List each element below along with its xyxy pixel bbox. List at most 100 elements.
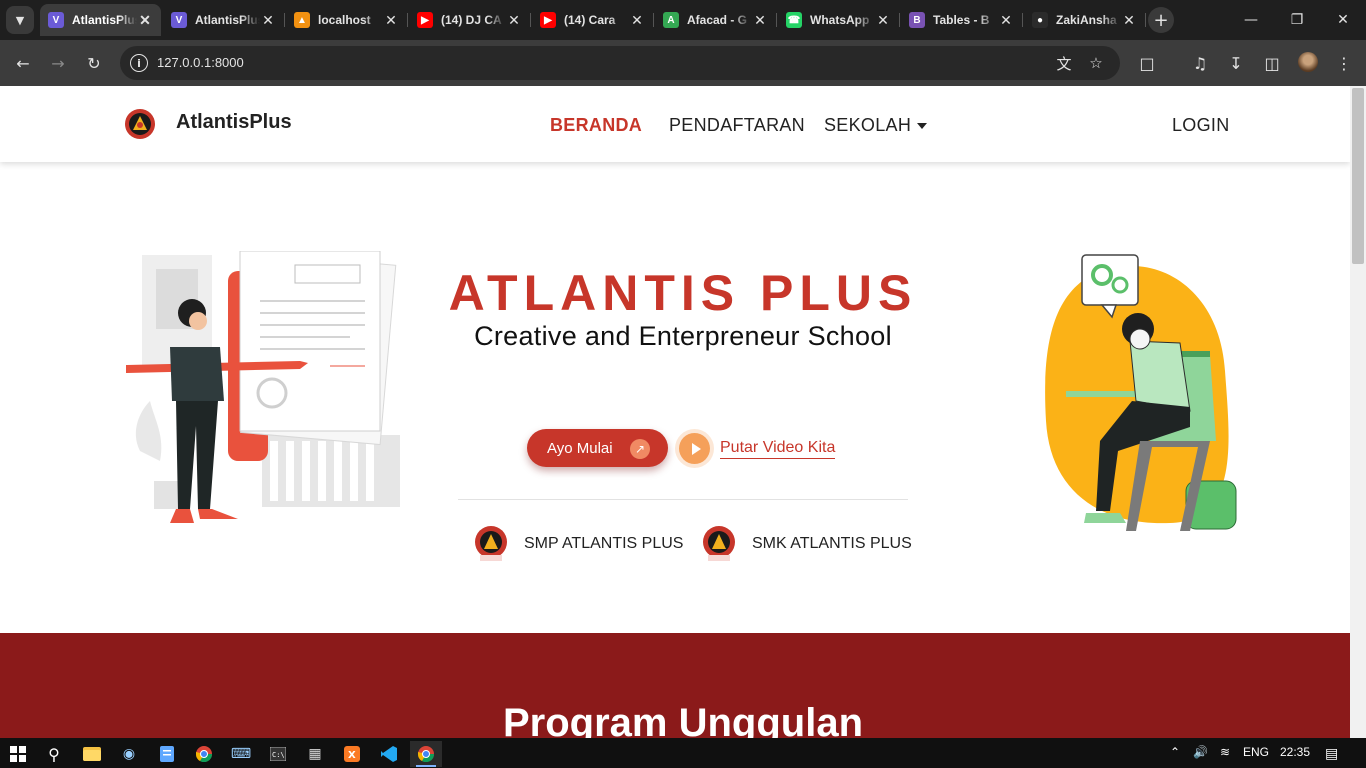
calculator-icon[interactable]: ▦: [299, 741, 331, 767]
close-tab-icon[interactable]: ✕: [629, 12, 645, 29]
close-tab-icon[interactable]: ✕: [260, 12, 276, 29]
volume-icon[interactable]: 🔊: [1193, 745, 1208, 759]
close-tab-icon[interactable]: ✕: [137, 12, 153, 29]
student-illustration: [1045, 254, 1237, 531]
close-tab-icon[interactable]: ✕: [1121, 12, 1137, 29]
keyboard-icon[interactable]: ⌨: [225, 741, 257, 767]
brand-name[interactable]: AtlantisPlus: [176, 111, 292, 134]
atlantis-logo-icon[interactable]: [124, 108, 156, 140]
minimize-icon[interactable]: —: [1228, 0, 1274, 40]
web-page: AtlantisPlus BERANDA PENDAFTARAN SEKOLAH…: [0, 86, 1350, 738]
browser-tab[interactable]: ▲ localhost ✕: [286, 4, 408, 36]
tab-title: AtlantisPlus: [72, 13, 137, 27]
close-tab-icon[interactable]: ✕: [998, 12, 1014, 29]
address-url[interactable]: 127.0.0.1:8000: [157, 55, 244, 70]
school-smp-name: SMP ATLANTIS PLUS: [524, 535, 684, 552]
browser-tab[interactable]: V AtlantisPlus ✕: [163, 4, 285, 36]
bookmark-star-icon[interactable]: ☆: [1086, 53, 1106, 73]
youtube-icon: ▶: [417, 12, 433, 28]
school-smk[interactable]: SMK ATLANTIS PLUS: [700, 525, 912, 563]
forward-icon[interactable]: →: [43, 48, 73, 78]
reload-icon[interactable]: ↻: [79, 48, 109, 78]
ayo-mulai-label: Ayo Mulai: [547, 439, 613, 457]
close-window-icon[interactable]: ✕: [1320, 0, 1366, 40]
tab-title: WhatsApp: [810, 13, 870, 27]
close-tab-icon[interactable]: ✕: [383, 12, 399, 29]
caret-down-icon: [917, 123, 928, 130]
nav-beranda[interactable]: BERANDA: [550, 115, 642, 136]
chrome-icon[interactable]: [188, 741, 220, 767]
tab-separator: [530, 13, 531, 27]
putar-video-link[interactable]: Putar Video Kita: [720, 439, 836, 459]
close-tab-icon[interactable]: ✕: [506, 12, 522, 29]
youtube-icon: ▶: [540, 12, 556, 28]
tab-title: Afacad - G: [687, 13, 748, 27]
vscode-icon[interactable]: [373, 741, 405, 767]
laravel-icon: V: [171, 12, 187, 28]
wifi-icon[interactable]: ≋: [1220, 745, 1230, 759]
close-tab-icon[interactable]: ✕: [752, 12, 768, 29]
notification-icon[interactable]: ▤: [1325, 745, 1338, 762]
tray-chevron-up-icon[interactable]: ⌃: [1170, 745, 1180, 759]
nav-sekolah-dropdown[interactable]: SEKOLAH: [824, 115, 928, 136]
whatsapp-icon: ☎: [786, 12, 802, 28]
smp-logo-icon: [475, 526, 507, 561]
hero-divider: [458, 499, 908, 500]
notepad-icon[interactable]: [151, 741, 183, 767]
browser-tab[interactable]: V AtlantisPlus ✕: [40, 4, 161, 36]
tab-separator: [653, 13, 654, 27]
xampp-icon[interactable]: X: [336, 741, 368, 767]
site-info-icon[interactable]: i: [130, 54, 148, 72]
tab-separator: [407, 13, 408, 27]
tab-title: Tables - B: [933, 13, 990, 27]
new-tab-button[interactable]: +: [1148, 7, 1174, 33]
play-video-icon[interactable]: [679, 433, 710, 464]
tab-title: (14) Cara: [564, 13, 616, 27]
browser-tab[interactable]: ● ZakiAnsha ✕: [1024, 4, 1146, 36]
page-scrollbar[interactable]: [1350, 86, 1366, 738]
browser-tab[interactable]: A Afacad - G ✕: [655, 4, 777, 36]
download-icon[interactable]: ↧: [1221, 48, 1251, 78]
profile-avatar[interactable]: [1298, 52, 1318, 72]
close-tab-icon[interactable]: ✕: [875, 12, 891, 29]
side-panel-icon[interactable]: ◫: [1257, 48, 1287, 78]
nav-login[interactable]: LOGIN: [1172, 115, 1230, 136]
browser-tab[interactable]: ▶ (14) DJ CA ✕: [409, 4, 531, 36]
github-icon: ●: [1032, 12, 1048, 28]
browser-tab[interactable]: ▶ (14) Cara ✕: [532, 4, 654, 36]
program-unggulan-heading: Program Unggulan: [502, 701, 864, 738]
svg-text:C:\: C:\: [272, 751, 285, 759]
nav-pendaftaran[interactable]: PENDAFTARAN: [669, 115, 805, 136]
address-bar[interactable]: i 127.0.0.1:8000 文 ☆: [120, 46, 1120, 80]
school-smp[interactable]: SMP ATLANTIS PLUS: [472, 525, 683, 563]
tab-separator: [899, 13, 900, 27]
svg-text:X: X: [348, 750, 356, 761]
terminal-icon[interactable]: C:\: [262, 741, 294, 767]
tab-separator: [776, 13, 777, 27]
scrollbar-thumb[interactable]: [1352, 88, 1364, 264]
tab-search-chevron-icon[interactable]: ▼: [6, 6, 34, 34]
restore-icon[interactable]: ❐: [1274, 0, 1320, 40]
back-icon[interactable]: ←: [8, 48, 38, 78]
file-explorer-icon[interactable]: [76, 741, 108, 767]
extensions-icon[interactable]: □: [1132, 48, 1162, 78]
ayo-mulai-button[interactable]: Ayo Mulai ↗: [527, 429, 668, 467]
laravel-icon: V: [48, 12, 64, 28]
nav-sekolah-label: SEKOLAH: [824, 115, 912, 135]
arrow-up-right-icon: ↗: [630, 439, 650, 459]
windows-taskbar: ⚲ ◉ ⌨ C:\ ▦ X ⌃ 🔊 ≋ ENG 22:35 ▤: [0, 738, 1366, 768]
search-icon[interactable]: ⚲: [38, 741, 70, 767]
language-indicator[interactable]: ENG: [1243, 745, 1269, 759]
tab-separator: [284, 13, 285, 27]
translate-icon[interactable]: 文: [1054, 53, 1074, 73]
clock[interactable]: 22:35: [1280, 745, 1310, 759]
browser-tab[interactable]: B Tables - B ✕: [901, 4, 1023, 36]
menu-kebab-icon[interactable]: ⋮: [1329, 48, 1359, 78]
school-smk-name: SMK ATLANTIS PLUS: [752, 535, 912, 552]
windows-start-icon[interactable]: [2, 741, 34, 767]
browser-tab[interactable]: ☎ WhatsApp ✕: [778, 4, 900, 36]
google-fonts-icon: A: [663, 12, 679, 28]
media-control-icon[interactable]: ♫: [1185, 48, 1215, 78]
paint-icon[interactable]: ◉: [113, 741, 145, 767]
chrome-active-icon[interactable]: [410, 741, 442, 767]
